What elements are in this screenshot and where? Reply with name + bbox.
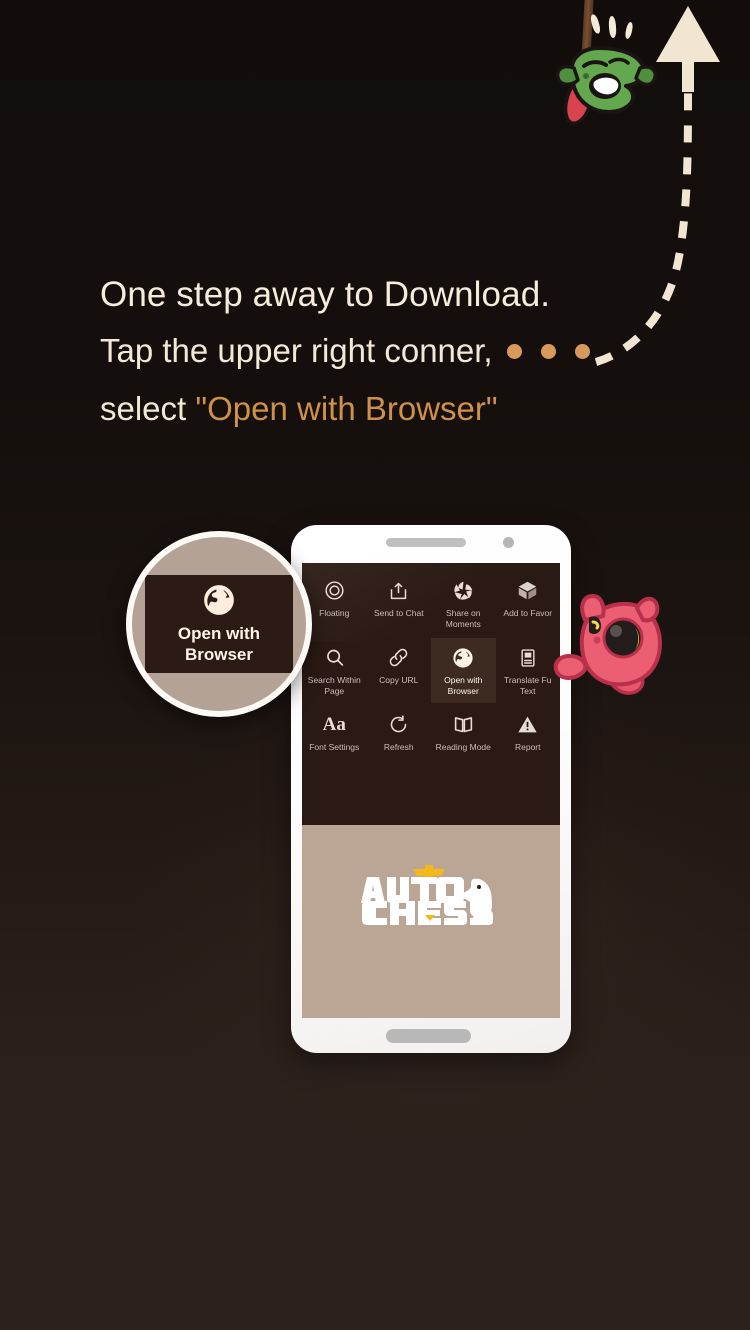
menu-item-label: Open with Browser <box>444 675 483 696</box>
menu-item-label: Search Within Page <box>307 675 361 696</box>
warning-triangle-icon <box>517 712 538 737</box>
phone-screen: Floating Send to Chat Share on Moments A… <box>302 563 560 1018</box>
headline-line-3-accent: "Open with Browser" <box>195 390 498 427</box>
menu-item-label: Floating <box>319 608 350 618</box>
menu-item-label: Share on Moments <box>445 608 481 629</box>
cube-icon <box>517 578 538 603</box>
link-icon <box>388 645 409 670</box>
more-options-dots[interactable] <box>506 343 590 359</box>
headline-line-2: Tap the upper right conner, <box>100 322 720 380</box>
phone-mockup: Floating Send to Chat Share on Moments A… <box>291 525 571 1053</box>
promo-screen: One step away to Download. Tap the upper… <box>0 0 750 1330</box>
menu-item-copy-url[interactable]: Copy URL <box>367 638 432 703</box>
search-icon <box>324 645 345 670</box>
menu-item-label: Translate Fu Text <box>504 675 552 696</box>
headline-line-3-prefix: select <box>100 390 196 427</box>
menu-item-label: Refresh <box>383 742 414 752</box>
menu-item-search-within-page[interactable]: Search Within Page <box>302 638 367 703</box>
headline-line-2-text: Tap the upper right conner, <box>100 332 493 369</box>
headline-line-1: One step away to Download. <box>100 275 551 314</box>
phone-camera <box>503 537 514 548</box>
camera-shutter-icon <box>453 578 474 603</box>
pink-cat-mascot <box>553 594 662 695</box>
menu-item-label: Add to Favor <box>503 608 553 618</box>
document-translate-icon <box>518 645 538 670</box>
dot-icon <box>574 343 590 359</box>
refresh-icon <box>388 712 409 737</box>
share-export-icon <box>388 578 409 603</box>
dot-icon <box>540 343 556 359</box>
menu-item-reading-mode[interactable]: Reading Mode <box>431 705 496 767</box>
phone-speaker <box>386 538 466 547</box>
dot-icon <box>506 343 522 359</box>
goblin-on-rope-mascot <box>555 46 657 125</box>
globe-icon <box>452 645 474 670</box>
aa-glyph: Aa <box>322 714 346 735</box>
menu-item-label: Send to Chat <box>373 608 424 618</box>
menu-item-open-with-browser[interactable]: Open with Browser <box>431 638 496 703</box>
menu-item-refresh[interactable]: Refresh <box>367 705 432 767</box>
share-menu-overlay: Floating Send to Chat Share on Moments A… <box>302 563 560 825</box>
phone-home-button[interactable] <box>386 1029 471 1043</box>
magnified-open-with-browser-tile[interactable]: Open with Browser <box>145 575 293 673</box>
menu-item-report[interactable]: Report <box>496 705 561 767</box>
globe-icon <box>202 583 236 617</box>
menu-item-label: Reading Mode <box>435 742 491 752</box>
menu-item-share-on-moments[interactable]: Share on Moments <box>431 571 496 636</box>
magnified-tile-label: Open with Browser <box>177 624 261 664</box>
menu-item-label: Font Settings <box>309 742 360 752</box>
headline-block: One step away to Download. Tap the upper… <box>100 268 720 437</box>
menu-item-send-to-chat[interactable]: Send to Chat <box>367 571 432 636</box>
headline-line-3: select "Open with Browser" <box>100 380 720 437</box>
magnifier-callout: Open with Browser <box>126 531 312 717</box>
floating-circle-icon <box>324 578 345 603</box>
share-menu-grid: Floating Send to Chat Share on Moments A… <box>302 571 560 767</box>
auto-chess-logo <box>302 863 560 925</box>
menu-item-label: Copy URL <box>379 675 419 685</box>
font-size-aa-icon: Aa <box>323 712 346 737</box>
open-book-icon <box>453 712 474 737</box>
menu-item-font-settings[interactable]: Aa Font Settings <box>302 705 367 767</box>
menu-item-label: Report <box>514 742 541 752</box>
